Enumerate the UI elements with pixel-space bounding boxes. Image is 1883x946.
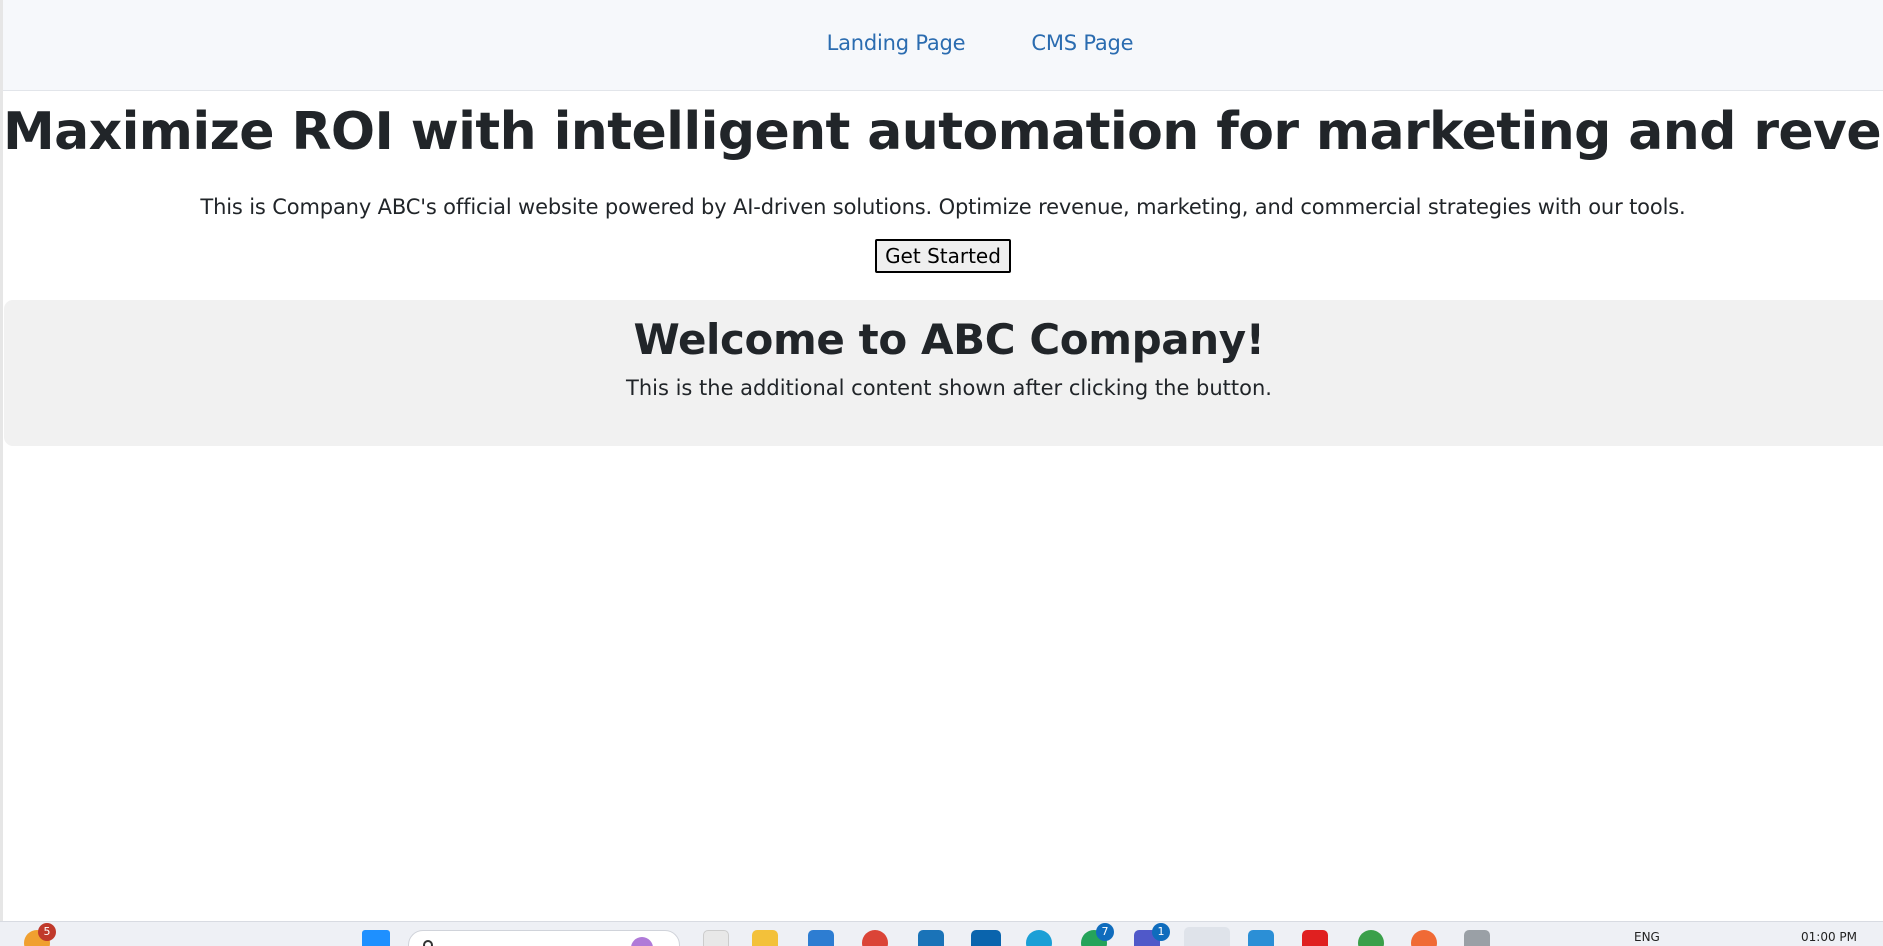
browser-icon[interactable] (1184, 927, 1230, 946)
brave-icon[interactable] (1411, 930, 1437, 946)
browser-viewport: Landing Page CMS Page Maximize ROI with … (0, 0, 1883, 921)
windows-start-icon[interactable] (362, 930, 390, 946)
briefcase-icon[interactable] (918, 930, 944, 946)
file-icon[interactable] (703, 930, 729, 946)
hero-description: This is Company ABC's official website p… (200, 195, 1686, 219)
folder-icon[interactable] (752, 930, 778, 946)
taskbar-search-box[interactable] (408, 930, 680, 946)
windows-taskbar: 5 7 1 ENG 01:00 PM (0, 921, 1883, 946)
nav-link-cms-page[interactable]: CMS Page (1031, 31, 1133, 55)
store-icon[interactable] (808, 930, 834, 946)
edge-icon[interactable] (1026, 930, 1052, 946)
app-icon[interactable] (1464, 930, 1490, 946)
outlook-icon[interactable] (971, 930, 1001, 946)
nav-link-landing-page[interactable]: Landing Page (827, 31, 966, 55)
hero-section: Maximize ROI with intelligent automation… (3, 91, 1883, 273)
taskbar-clock[interactable]: 01:00 PM (1801, 930, 1857, 944)
chrome-icon[interactable] (862, 930, 888, 946)
welcome-panel: Welcome to ABC Company! This is the addi… (4, 300, 1883, 446)
language-indicator[interactable]: ENG (1634, 930, 1660, 944)
hero-title: Maximize ROI with intelligent automation… (3, 102, 1883, 162)
copilot-icon (631, 937, 653, 946)
mail-badge: 1 (1152, 923, 1170, 941)
welcome-title: Welcome to ABC Company! (633, 315, 1265, 364)
search-icon (423, 940, 433, 946)
youtube-icon[interactable] (1302, 930, 1328, 946)
get-started-button[interactable]: Get Started (875, 239, 1011, 273)
welcome-text: This is the additional content shown aft… (626, 376, 1272, 400)
top-navbar: Landing Page CMS Page (3, 0, 1883, 91)
vscode-icon[interactable] (1248, 930, 1274, 946)
notification-badge: 5 (38, 923, 56, 941)
whatsapp-badge: 7 (1096, 923, 1114, 941)
settings-icon[interactable] (1358, 930, 1384, 946)
